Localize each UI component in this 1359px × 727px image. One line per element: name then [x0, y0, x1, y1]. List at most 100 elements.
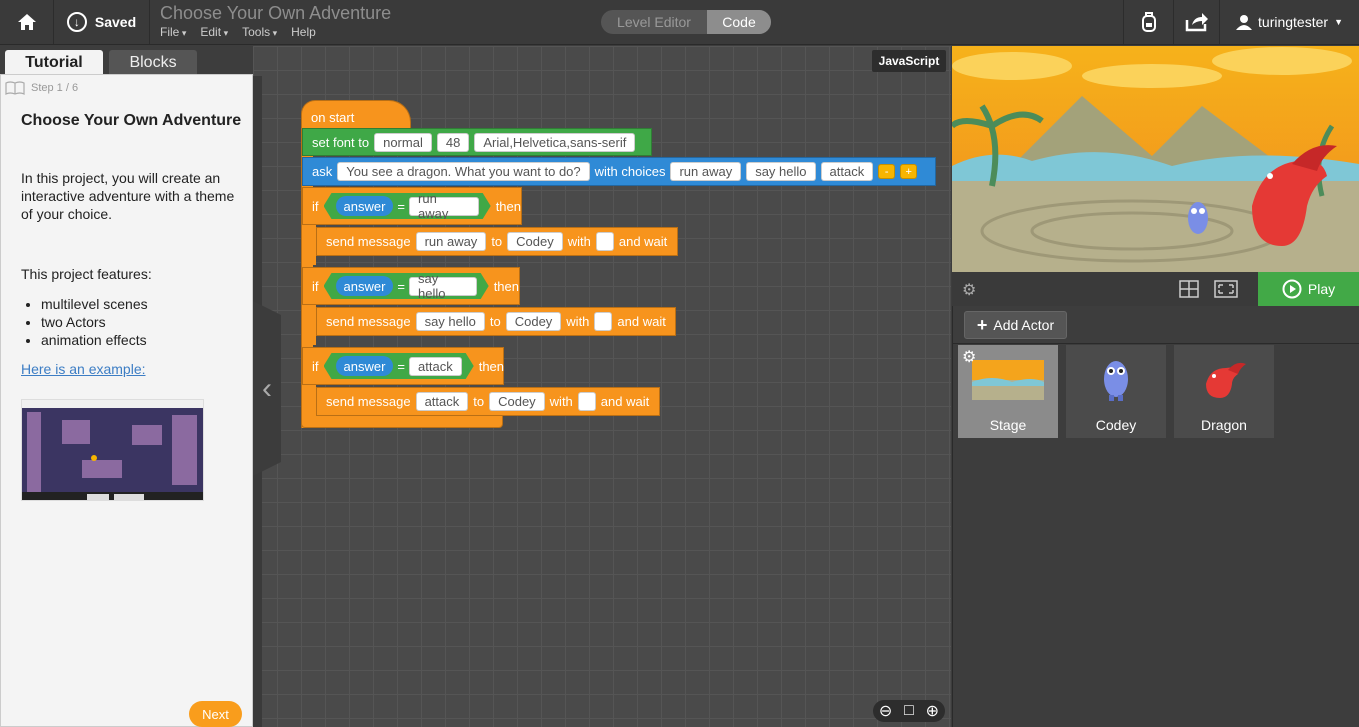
question-input[interactable]: You see a dragon. What you want to do? [337, 162, 590, 181]
condition-input[interactable]: run away [409, 197, 479, 216]
menu-tools[interactable]: Tools [242, 25, 277, 39]
with-input[interactable] [577, 392, 596, 411]
with-input[interactable] [594, 312, 613, 331]
actor-name: Stage [989, 417, 1027, 433]
on-start-bottom [301, 416, 503, 428]
mode-toggle: Level Editor Code [601, 10, 771, 34]
example-image[interactable] [21, 399, 204, 501]
choice-input[interactable]: attack [820, 162, 874, 181]
play-label: Play [1307, 281, 1336, 297]
book-icon [5, 81, 25, 95]
user-menu[interactable]: turingtester ▼ [1219, 0, 1359, 44]
actor-card-codey[interactable]: Codey [1066, 345, 1166, 438]
gear-icon[interactable]: ⚙ [962, 347, 976, 367]
zoom-reset-icon[interactable]: □ [904, 702, 914, 720]
block-label: then [495, 198, 521, 214]
share-button[interactable] [1173, 0, 1219, 44]
equals-condition[interactable]: answer = attack [324, 353, 474, 379]
block-label: to [473, 394, 485, 409]
with-input[interactable] [595, 232, 614, 251]
target-input[interactable]: Codey [489, 392, 545, 411]
font-size-input[interactable]: 48 [436, 132, 470, 152]
project-title[interactable]: Choose Your Own Adventure [160, 3, 391, 24]
condition-input[interactable]: attack [409, 357, 462, 376]
send-message-block[interactable]: send message say hello to Codey with and… [316, 307, 676, 336]
target-input[interactable]: Codey [505, 312, 562, 331]
tab-blocks[interactable]: Blocks [109, 50, 197, 75]
bug-icon[interactable]: ⚙ [962, 280, 976, 300]
ask-block[interactable]: ask You see a dragon. What you want to d… [302, 157, 936, 186]
target-input[interactable]: Codey [507, 232, 563, 251]
block-label: and wait [600, 394, 650, 409]
block-label: and wait [617, 314, 666, 329]
block-label: with choices [594, 164, 666, 179]
actor-card-dragon[interactable]: Dragon [1174, 345, 1274, 438]
code-toggle[interactable]: Code [707, 10, 771, 34]
answer-reporter[interactable]: answer [336, 196, 394, 216]
equals-label: = [397, 278, 406, 294]
fullscreen-icon[interactable] [1214, 280, 1238, 298]
user-icon [1236, 15, 1253, 30]
block-label: with [549, 394, 573, 409]
message-input[interactable]: attack [415, 392, 469, 411]
javascript-button[interactable]: JavaScript [872, 50, 946, 72]
list-item: multilevel scenes [41, 295, 148, 313]
block-label: on start [311, 109, 355, 125]
block-label: with [567, 234, 591, 249]
remove-choice-button[interactable]: - [878, 164, 896, 179]
zoom-out-icon[interactable]: ⊖ [879, 701, 892, 721]
codey-thumbnail [1104, 361, 1128, 401]
equals-condition[interactable]: answer = run away [324, 193, 491, 219]
add-actor-button[interactable]: + Add Actor [964, 311, 1067, 339]
answer-reporter[interactable]: answer [336, 276, 394, 296]
grid-icon[interactable] [1179, 280, 1199, 298]
font-family-input[interactable]: Arial,Helvetica,sans-serif [474, 132, 636, 152]
dragon-thumbnail [1206, 362, 1246, 398]
set-font-block[interactable]: set font to normal 48 Arial,Helvetica,sa… [302, 128, 652, 156]
play-button[interactable]: Play [1258, 272, 1359, 306]
backpack-button[interactable] [1123, 0, 1173, 44]
if-block[interactable]: if answer = attack then [302, 347, 504, 385]
zoom-in-icon[interactable]: ⊕ [926, 701, 939, 721]
saved-button[interactable]: ↓ Saved [54, 0, 150, 44]
message-input[interactable]: say hello [415, 312, 485, 331]
if-body-side [302, 225, 316, 265]
chevron-down-icon: ▼ [1334, 17, 1343, 27]
if-block[interactable]: if answer = say hello then [302, 267, 520, 305]
block-label: send message [326, 314, 411, 329]
equals-label: = [397, 358, 406, 374]
plus-icon: + [976, 314, 988, 335]
collapse-panel-handle[interactable]: ‹ [253, 301, 281, 476]
menu-help[interactable]: Help [291, 25, 316, 39]
step-indicator: Step 1 / 6 [5, 81, 78, 95]
stage-canvas[interactable] [952, 46, 1359, 272]
message-input[interactable]: run away [415, 232, 487, 251]
example-link[interactable]: Here is an example: [21, 361, 146, 377]
code-workspace[interactable]: ‹ JavaScript on start set font to normal… [253, 46, 951, 727]
condition-input[interactable]: say hello [409, 277, 477, 296]
menu-edit[interactable]: Edit [200, 25, 228, 39]
home-button[interactable] [0, 0, 54, 44]
block-label: and wait [618, 234, 668, 249]
if-body-side [302, 305, 316, 345]
choice-input[interactable]: run away [670, 162, 742, 181]
menu-bar: File Edit Tools Help [160, 25, 316, 39]
menu-file[interactable]: File [160, 25, 186, 39]
actor-name: Codey [1095, 417, 1137, 433]
if-block[interactable]: if answer = run away then [302, 187, 522, 225]
font-style-input[interactable]: normal [374, 132, 432, 152]
features-heading: This project features: [21, 266, 152, 282]
tab-tutorial[interactable]: Tutorial [5, 50, 103, 75]
send-message-block[interactable]: send message run away to Codey with and … [316, 227, 678, 256]
equals-condition[interactable]: answer = say hello [324, 273, 489, 299]
actor-card-stage[interactable]: ⚙ Stage [958, 345, 1058, 438]
add-choice-button[interactable]: + [900, 164, 918, 179]
block-label: if [312, 198, 319, 214]
answer-reporter[interactable]: answer [336, 356, 394, 376]
choice-input[interactable]: say hello [746, 162, 816, 181]
level-editor-toggle[interactable]: Level Editor [601, 10, 707, 34]
send-message-block[interactable]: send message attack to Codey with and wa… [316, 387, 660, 416]
on-start-block[interactable]: on start [301, 100, 411, 130]
next-button[interactable]: Next [189, 701, 242, 727]
tutorial-panel: Step 1 / 6 Choose Your Own Adventure In … [0, 74, 253, 727]
